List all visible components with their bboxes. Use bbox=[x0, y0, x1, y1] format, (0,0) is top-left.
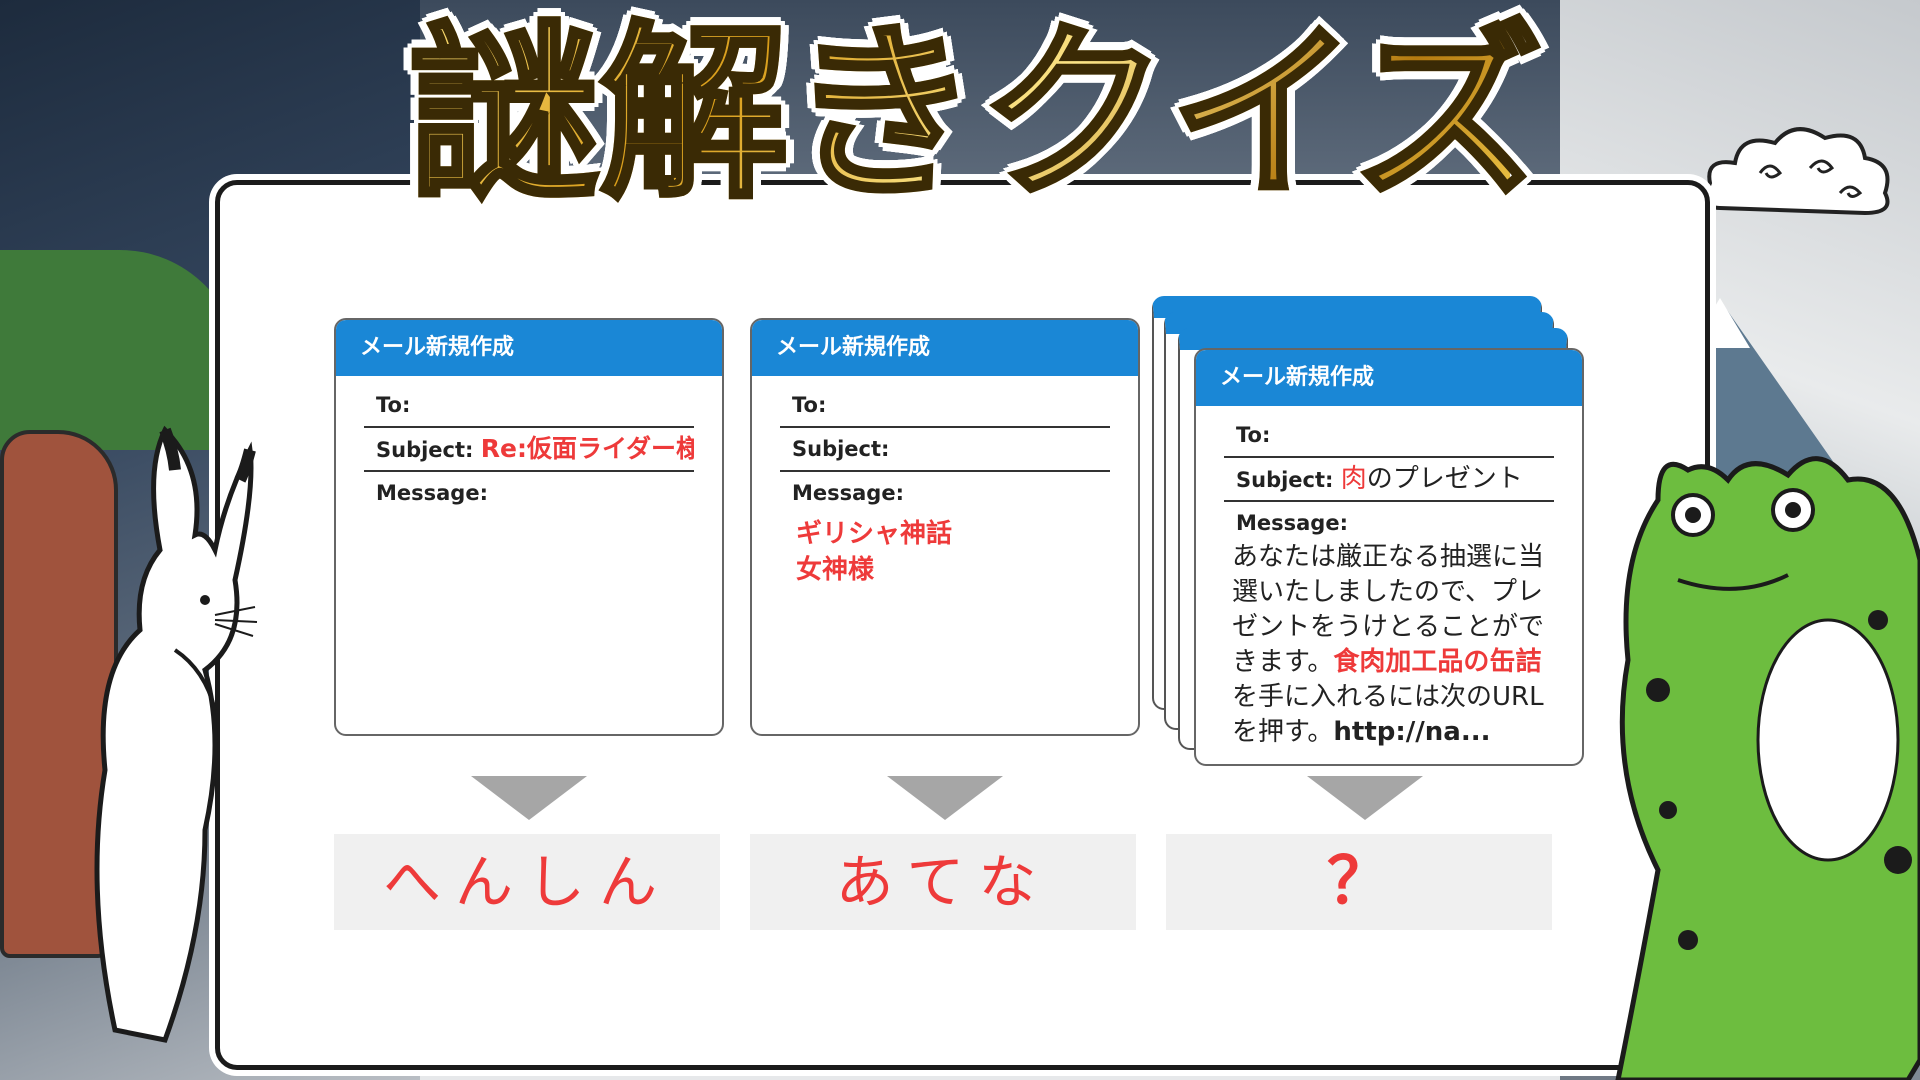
subject-row: Subject: Re:仮面ライダー様 bbox=[364, 428, 694, 472]
to-row: To: bbox=[780, 384, 1110, 428]
down-arrow-icon bbox=[887, 776, 1003, 820]
message-row: Message: bbox=[780, 472, 1110, 514]
to-label: To: bbox=[376, 393, 411, 417]
subject-row: Subject: bbox=[780, 428, 1110, 472]
message-url: http://na... bbox=[1333, 717, 1491, 747]
message-row: Message: bbox=[1224, 502, 1554, 544]
frog-illustration bbox=[1615, 456, 1920, 1080]
message-line-1: ギリシャ神話 bbox=[796, 519, 953, 549]
card-header: メール新規作成 bbox=[1196, 350, 1582, 406]
answer-box-2: あてな bbox=[750, 834, 1136, 930]
mail-card-2: メール新規作成 To: Subject: Message: ギリシャ神話 女神様 bbox=[750, 318, 1140, 736]
message-body: あなたは厳正なる抽選に当選いたしましたので、プレゼントをうけとることができます。… bbox=[1232, 540, 1562, 750]
to-row: To: bbox=[1224, 414, 1554, 458]
answer-box-1: へんしん bbox=[334, 834, 720, 930]
rabbit-illustration bbox=[94, 425, 258, 1043]
subject-row: Subject: 肉のプレゼント bbox=[1224, 458, 1554, 502]
answer-box-3: ？ bbox=[1166, 834, 1552, 930]
cloud-icon bbox=[1704, 127, 1890, 216]
message-label: Message: bbox=[376, 481, 488, 505]
message-label: Message: bbox=[1236, 511, 1348, 535]
to-row: To: bbox=[364, 384, 694, 428]
message-row: Message: bbox=[364, 472, 694, 514]
message-red: 食肉加工品の缶詰 bbox=[1333, 647, 1542, 677]
subject-value: Re:仮面ライダー様 bbox=[480, 434, 694, 463]
message-label: Message: bbox=[792, 481, 904, 505]
subject-label: Subject: bbox=[1236, 468, 1334, 492]
mail-card-3: メール新規作成 To: Subject: 肉のプレゼント Message: あな… bbox=[1194, 348, 1584, 766]
to-label: To: bbox=[1236, 423, 1271, 447]
subject-label: Subject: bbox=[376, 438, 474, 462]
subject-red: 肉 bbox=[1340, 464, 1367, 494]
card-header: メール新規作成 bbox=[752, 320, 1138, 376]
subject-black: のプレゼント bbox=[1366, 464, 1523, 494]
subject-label: Subject: bbox=[792, 437, 890, 461]
message-line-2: 女神様 bbox=[796, 555, 875, 585]
mail-card-1: メール新規作成 To: Subject: Re:仮面ライダー様 Message: bbox=[334, 318, 724, 736]
down-arrow-icon bbox=[471, 776, 587, 820]
page-title: 謎解きクイズ bbox=[408, 0, 1545, 230]
card-header: メール新規作成 bbox=[336, 320, 722, 376]
down-arrow-icon bbox=[1307, 776, 1423, 820]
to-label: To: bbox=[792, 393, 827, 417]
